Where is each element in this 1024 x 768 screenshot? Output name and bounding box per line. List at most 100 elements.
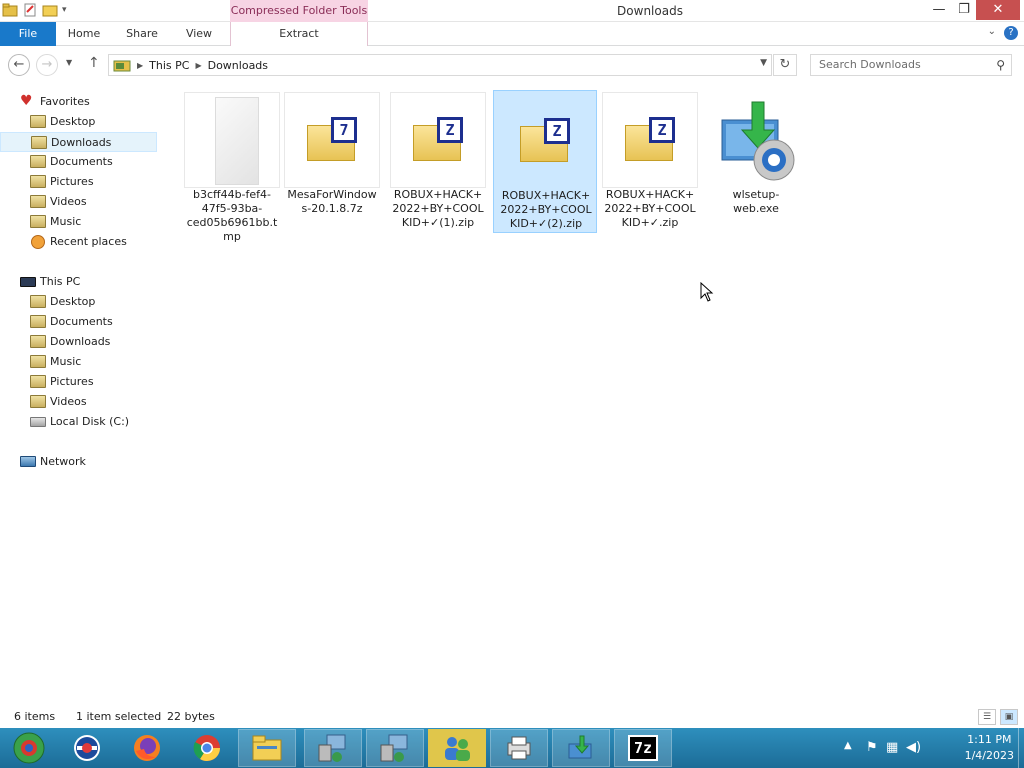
- refresh-button[interactable]: ↻: [773, 54, 797, 76]
- file-name: wlsetup-web.exe: [732, 188, 780, 215]
- forward-button[interactable]: →: [36, 54, 58, 76]
- system-tray: ▲ ⚑ ▦ ◀) 1:11 PM 1/4/2023: [834, 728, 1024, 768]
- help-icon[interactable]: ?: [1004, 26, 1018, 40]
- search-icon[interactable]: ⚲: [996, 55, 1005, 75]
- details-view-icon[interactable]: ☰: [978, 709, 996, 725]
- internet-explorer-icon[interactable]: [58, 729, 116, 767]
- file-explorer-icon[interactable]: [238, 729, 296, 767]
- downloads-icon: [31, 136, 47, 149]
- 7zip-label: 7z: [628, 735, 658, 761]
- window-title: Downloads: [617, 4, 683, 18]
- chevron-down-icon[interactable]: ⌄: [988, 26, 996, 37]
- file-item[interactable]: 7 MesaForWindows-20.1.8.7z: [284, 92, 380, 234]
- nav-item-label: Videos: [50, 395, 87, 408]
- file-item-selected[interactable]: Z ROBUX+HACK+2022+BY+COOLKID+✓(2).zip: [493, 90, 597, 233]
- nav-pc-videos[interactable]: Videos: [0, 392, 157, 412]
- folder-app-icon: [2, 3, 18, 17]
- show-desktop-button[interactable]: [1018, 728, 1024, 768]
- large-icons-view-icon[interactable]: ▣: [1000, 709, 1018, 725]
- volume-icon[interactable]: ◀): [906, 740, 921, 755]
- network-icon: [20, 456, 36, 467]
- nav-pc-pictures[interactable]: Pictures: [0, 372, 157, 392]
- breadcrumb-downloads[interactable]: Downloads: [208, 59, 268, 72]
- address-dropdown-icon[interactable]: ▼: [760, 58, 767, 68]
- nav-this-pc[interactable]: This PC: [0, 272, 157, 292]
- file-name: MesaForWindows-20.1.8.7z: [287, 188, 377, 215]
- network-status-icon[interactable]: ▦: [886, 740, 898, 755]
- nav-fav-downloads[interactable]: Downloads: [0, 132, 157, 152]
- nav-network[interactable]: Network: [0, 452, 157, 472]
- tab-view[interactable]: View: [176, 22, 222, 46]
- file-item[interactable]: b3cff44b-fef4-47f5-93ba-ced05b6961bb.tmp: [184, 92, 280, 243]
- selection-size: 22 bytes: [167, 710, 215, 723]
- nav-pc-local-disk[interactable]: Local Disk (C:): [0, 412, 157, 432]
- item-count: 6 items: [14, 710, 56, 723]
- network-setup-2-icon[interactable]: [366, 729, 424, 767]
- nav-fav-documents[interactable]: Documents: [0, 152, 157, 172]
- show-hidden-icons-icon[interactable]: ▲: [844, 740, 852, 751]
- ribbon-tabs: File Home Share View Extract ⌄ ?: [0, 22, 1024, 46]
- chrome-icon[interactable]: [178, 729, 236, 767]
- nav-item-label: Pictures: [50, 375, 94, 388]
- breadcrumb-separator-icon: ▶: [137, 60, 144, 70]
- file-name: b3cff44b-fef4-47f5-93ba-ced05b6961bb.tmp: [186, 188, 278, 243]
- nav-pc-documents[interactable]: Documents: [0, 312, 157, 332]
- system-monitor-icon[interactable]: [0, 729, 58, 767]
- 7zip-icon[interactable]: 7z: [614, 729, 672, 767]
- hard-drive-icon: [30, 417, 46, 427]
- tab-file[interactable]: File: [0, 22, 56, 46]
- network-setup-icon[interactable]: [304, 729, 362, 767]
- nav-fav-music[interactable]: Music: [0, 212, 157, 232]
- favorites-star-icon: ♥: [20, 93, 33, 109]
- file-thumbnail: [708, 92, 804, 188]
- tab-home[interactable]: Home: [60, 22, 108, 46]
- videos-icon: [30, 195, 46, 208]
- flag-icon[interactable]: ⚑: [866, 740, 878, 755]
- 7z-archive-icon: 7: [307, 117, 357, 161]
- recent-locations-icon[interactable]: ▼: [66, 58, 72, 67]
- nav-item-label: Pictures: [50, 175, 94, 188]
- nav-item-label: Desktop: [50, 295, 96, 308]
- file-name: ROBUX+HACK+2022+BY+COOLKID+✓(2).zip: [500, 189, 592, 230]
- nav-item-label: Documents: [50, 315, 113, 328]
- nav-item-label: Music: [50, 215, 82, 228]
- zip-archive-icon: Z: [413, 117, 463, 161]
- firefox-icon[interactable]: [118, 729, 176, 767]
- search-input[interactable]: Search Downloads ⚲: [810, 54, 1012, 76]
- nav-fav-desktop[interactable]: Desktop: [0, 112, 157, 132]
- nav-pc-desktop[interactable]: Desktop: [0, 292, 157, 312]
- address-bar[interactable]: ▶ This PC ▶ Downloads ▼: [108, 54, 772, 76]
- nav-favorites[interactable]: ♥ Favorites: [0, 92, 157, 112]
- nav-this-pc-label: This PC: [40, 275, 81, 288]
- nav-pc-downloads[interactable]: Downloads: [0, 332, 157, 352]
- customize-qat-icon[interactable]: ▾: [62, 5, 67, 15]
- nav-pc-music[interactable]: Music: [0, 352, 157, 372]
- up-arrow-icon[interactable]: ↑: [88, 55, 100, 71]
- file-item[interactable]: Z ROBUX+HACK+2022+BY+COOLKID+✓.zip: [602, 92, 698, 234]
- nav-fav-pictures[interactable]: Pictures: [0, 172, 157, 192]
- clock[interactable]: 1:11 PM 1/4/2023: [965, 732, 1014, 764]
- installer-icon[interactable]: [552, 729, 610, 767]
- properties-icon[interactable]: [22, 2, 38, 18]
- file-item[interactable]: wlsetup-web.exe: [708, 92, 804, 234]
- tab-extract[interactable]: Extract: [230, 22, 368, 46]
- nav-item-label: Local Disk (C:): [50, 415, 130, 428]
- breadcrumb-this-pc[interactable]: This PC: [149, 59, 189, 72]
- nav-network-label: Network: [40, 455, 86, 468]
- nav-item-label: Downloads: [50, 335, 111, 348]
- file-item[interactable]: Z ROBUX+HACK+2022+BY+COOLKID+✓(1).zip: [390, 92, 486, 234]
- breadcrumb-separator-icon: ▶: [195, 60, 202, 70]
- nav-fav-videos[interactable]: Videos: [0, 192, 157, 212]
- back-button[interactable]: ←: [8, 54, 30, 76]
- minimize-button[interactable]: —: [928, 0, 950, 20]
- nav-fav-recent-places[interactable]: Recent places: [0, 232, 157, 252]
- new-folder-icon[interactable]: [42, 2, 58, 18]
- close-button[interactable]: ✕: [976, 0, 1020, 20]
- nav-item-label: Recent places: [50, 235, 127, 248]
- this-pc-icon: [113, 60, 131, 72]
- users-icon[interactable]: [428, 729, 486, 767]
- installer-icon: [721, 101, 795, 181]
- maximize-button[interactable]: ❐: [952, 0, 976, 20]
- printer-icon[interactable]: [490, 729, 548, 767]
- tab-share[interactable]: Share: [118, 22, 166, 46]
